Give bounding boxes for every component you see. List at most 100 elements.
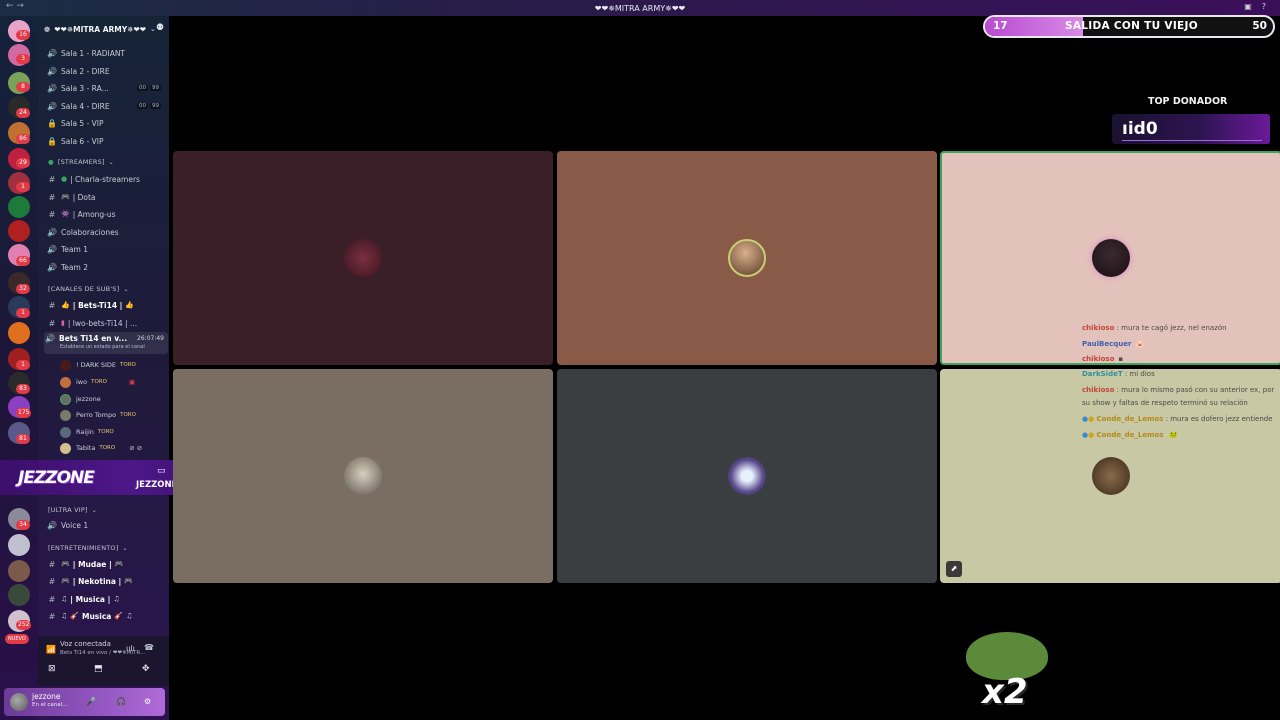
avatar <box>1092 457 1130 495</box>
avatar[interactable] <box>10 693 28 711</box>
voice-user[interactable]: jezzone <box>60 392 101 406</box>
avatar <box>728 457 766 495</box>
server-icon[interactable] <box>8 534 30 556</box>
category-entretenimiento[interactable]: [ENTRETENIMIENTO] ⌄ <box>48 544 128 552</box>
gamepad-icon: 🎮 <box>114 560 124 568</box>
voice-user[interactable]: iwo TORO ▣ <box>60 375 135 389</box>
back-forward-icon[interactable]: ← → <box>6 1 24 11</box>
server-header[interactable]: ❁ ❤❤✵MITRA ARMY✵❤❤ ⌄ ⚉ <box>44 22 166 36</box>
mention-badge: 1 <box>16 182 30 192</box>
text-channel-among-us[interactable]: # 👾 | Among-us <box>46 207 166 221</box>
goal-max: 50 <box>1252 20 1267 32</box>
disconnect-icon[interactable]: ☎ <box>144 643 154 652</box>
pig-emote-icon: 🐷 <box>1135 340 1145 348</box>
category-streamers[interactable]: ● [STREAMERS] ⌄ <box>48 158 114 166</box>
category-ultra-vip[interactable]: [ULTRA VIP] ⌄ <box>48 506 97 514</box>
new-badge: NUEVO <box>5 634 29 644</box>
settings-icon[interactable]: ⚙ <box>144 697 151 706</box>
activities-icon[interactable]: ✥ <box>142 664 150 674</box>
channel-status-prompt[interactable]: Establece un estado para el canal <box>60 344 145 350</box>
voice-channel-sala-2[interactable]: 🔊 Sala 2 - DIRE <box>46 64 166 78</box>
text-channel-nekotina[interactable]: # 🎮 | Nekotina | 🎮 <box>46 574 166 588</box>
server-icon[interactable] <box>8 560 30 582</box>
mention-badge: 3 <box>16 54 30 64</box>
headphones-icon[interactable]: 🎧 <box>116 697 126 706</box>
user-count: 00 <box>137 85 148 91</box>
speaker-icon: 🔊 <box>47 48 57 58</box>
server-icon[interactable] <box>8 584 30 606</box>
channel-label: | Among-us <box>72 209 116 219</box>
hash-icon: # <box>48 559 56 569</box>
voice-channel-sala-4[interactable]: 🔊 Sala 4 - DIRE 00 99 <box>46 99 166 113</box>
channel-label: Team 2 <box>61 262 88 272</box>
text-channel-bets-ti14[interactable]: # 👍 | Bets-Ti14 | 👍 <box>46 298 166 312</box>
user-limit: 99 <box>150 85 161 91</box>
voice-user[interactable]: ! DARK SIDE TORO <box>60 358 136 372</box>
twitch-icon: ▭ <box>157 466 166 476</box>
channel-sidebar: ❁ ❤❤✵MITRA ARMY✵❤❤ ⌄ ⚉ 🔊 Sala 1 - RADIANT… <box>38 16 169 720</box>
participant-tile[interactable] <box>173 369 553 583</box>
gamepad-icon: 🎮 <box>61 193 70 201</box>
mention-badge: 252 <box>16 620 32 630</box>
signal-icon: 📶 <box>46 645 56 654</box>
participant-tile[interactable] <box>557 369 937 583</box>
screen-share-icon[interactable]: ⬒ <box>94 664 103 674</box>
avatar <box>60 442 71 454</box>
voice-user-name: jezzone <box>76 395 101 403</box>
titlebar-actions: ▣ ? <box>1244 2 1266 11</box>
participant-tile[interactable] <box>173 151 553 365</box>
hash-icon: # <box>48 611 56 621</box>
category-label: [CANALES DE SUB'S] <box>48 285 120 293</box>
voice-channel-sala-3[interactable]: 🔊 Sala 3 - RA... 00 99 <box>46 81 166 95</box>
chat-text: : mi dios <box>1122 370 1155 378</box>
text-channel-dota[interactable]: # 🎮 | Dota <box>46 190 166 204</box>
emote-icon: ▪ <box>1118 355 1124 363</box>
help-icon[interactable]: ? <box>1262 2 1266 11</box>
microphone-icon[interactable]: 🎤 <box>86 697 96 706</box>
server-icon[interactable] <box>8 322 30 344</box>
voice-channel-bets-ti14-live[interactable]: 🔊 Bets Ti14 en v... 26:07:49 Establece u… <box>44 332 168 354</box>
text-channel-lwo-bets[interactable]: # ▮ | lwo-bets-Ti14 | ... <box>46 316 166 330</box>
user-panel: jezzone En el canal... 🎤 🎧 ⚙ <box>4 688 165 716</box>
top-donor-title: TOP DONADOR <box>1148 96 1228 107</box>
noise-suppression-icon[interactable]: ıılı <box>126 644 135 653</box>
gamepad-icon: 🎮 <box>61 560 70 568</box>
voice-channel-voice-1[interactable]: 🔊 Voice 1 <box>46 518 166 532</box>
chat-user: Conde_de_Lemos <box>1096 431 1164 439</box>
voice-user[interactable]: Raijin TORO <box>60 425 114 439</box>
voice-channel-sala-5[interactable]: 🔒 Sala 5 - VIP <box>46 116 166 130</box>
deafened-icon: ⊘ ⊘ <box>129 444 143 452</box>
text-channel-musica[interactable]: # ♫ | Musica | ♫ <box>46 592 166 606</box>
voice-channel-sala-1[interactable]: 🔊 Sala 1 - RADIANT <box>46 46 166 60</box>
mention-badge: 24 <box>16 108 30 118</box>
server-icon[interactable] <box>8 196 30 218</box>
voice-channel-sala-6[interactable]: 🔒 Sala 6 - VIP <box>46 134 166 148</box>
voice-channel-team-1[interactable]: 🔊 Team 1 <box>46 242 166 256</box>
multiplier-label: x2 <box>982 672 1028 712</box>
text-channel-charla-streamers[interactable]: # ● | Charla-streamers <box>46 172 166 186</box>
chat-message: ●● Conde_de_Lemos 🐸 <box>1082 429 1278 442</box>
popout-icon[interactable]: ⬈ <box>946 561 962 577</box>
voice-user-name: iwo <box>76 378 88 386</box>
voice-user[interactable]: Perro Tompo TORO <box>60 408 136 422</box>
pepe-sticker: x2 <box>962 628 1052 718</box>
inbox-icon[interactable]: ▣ <box>1244 2 1252 11</box>
channel-label: | Dota <box>72 192 96 202</box>
text-channel-mudae[interactable]: # 🎮 | Mudae | 🎮 <box>46 557 166 571</box>
participant-tile[interactable] <box>557 151 937 365</box>
speaker-icon: 🔊 <box>47 520 57 530</box>
voice-channel-team-2[interactable]: 🔊 Team 2 <box>46 260 166 274</box>
camera-off-icon[interactable]: ⊠ <box>48 664 56 674</box>
text-channel-musica-2[interactable]: # ♫ 🎸 Musica 🎸 ♫ <box>46 609 166 623</box>
add-member-icon[interactable]: ⚉ <box>156 23 164 33</box>
toro-tag: TORO <box>91 379 107 385</box>
category-subs[interactable]: [CANALES DE SUB'S] ⌄ <box>48 285 129 293</box>
chevron-down-icon: ⌄ <box>122 544 128 552</box>
server-icon[interactable] <box>8 220 30 242</box>
chat-message: chikioso : mura lo mismo pasó con su ant… <box>1082 384 1278 410</box>
voice-user[interactable]: Tabita TORO ⊘ ⊘ <box>60 441 142 455</box>
channel-label: Sala 1 - RADIANT <box>61 48 126 58</box>
channel-label: Voice 1 <box>61 520 89 530</box>
music-note-icon: ♫ <box>61 612 68 620</box>
voice-channel-colaboraciones[interactable]: 🔊 Colaboraciones <box>46 225 166 239</box>
